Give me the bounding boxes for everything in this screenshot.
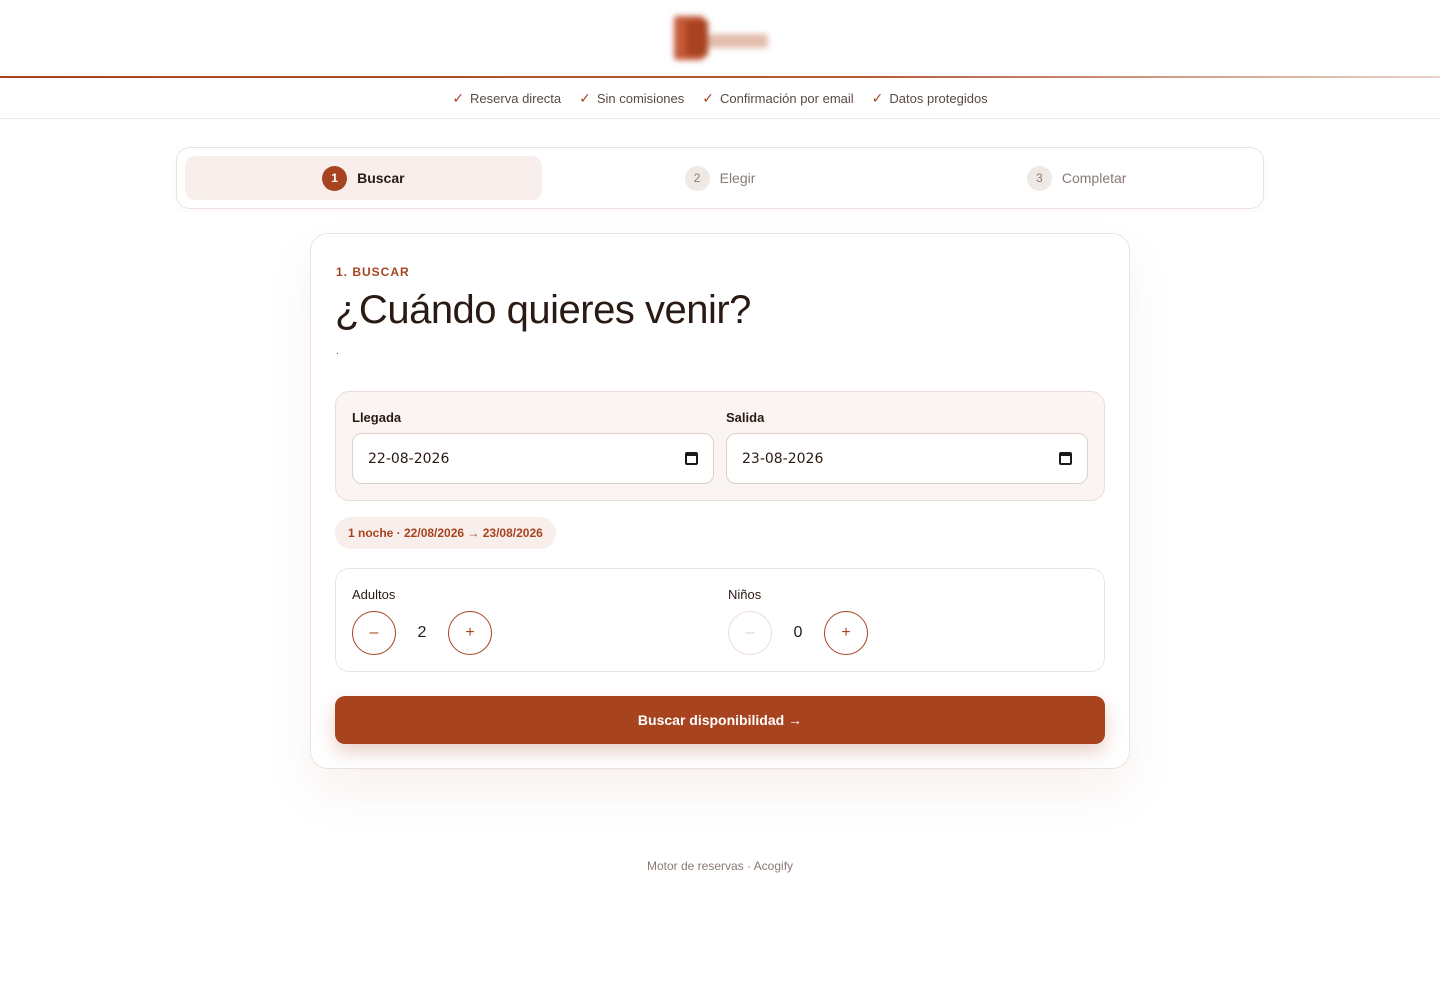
check-icon: ✓ (702, 89, 714, 106)
trust-item: ✓ Datos protegidos (872, 90, 988, 107)
trust-item: ✓ Reserva directa (452, 90, 561, 107)
trust-item: ✓ Sin comisiones (579, 90, 684, 107)
page-subtitle: . (336, 346, 339, 357)
adults-count: 2 (417, 624, 427, 641)
dates-panel: Llegada 22-08-2026 Salida 23-08-2026 (335, 391, 1105, 501)
calendar-icon[interactable] (685, 452, 698, 465)
booking-stepper: 1 Buscar 2 Elegir 3 Completar (176, 147, 1264, 209)
step-number: 1 (322, 165, 348, 191)
step-label: Completar (1061, 170, 1127, 186)
step-number: 3 (1026, 165, 1052, 191)
trust-item-label: Confirmación por email (720, 90, 854, 106)
check-icon: ✓ (871, 89, 884, 106)
footer-text: Motor de reservas · Acogify (646, 859, 794, 873)
adults-increment-button[interactable]: + (448, 611, 492, 655)
step-buscar[interactable]: 1 Buscar (185, 156, 542, 200)
arrival-label: Llegada (352, 410, 402, 425)
site-header (0, 0, 1440, 78)
step-label: Elegir (719, 170, 756, 186)
children-decrement-button[interactable]: – (728, 611, 772, 655)
page-title: ¿Cuándo quieres venir? (335, 288, 751, 332)
section-eyebrow: 1. BUSCAR (336, 265, 410, 279)
check-icon: ✓ (579, 89, 591, 106)
search-card: 1. BUSCAR ¿Cuándo quieres venir? . Llega… (310, 233, 1130, 769)
trust-item: ✓ Confirmación por email (702, 90, 853, 107)
step-label: Buscar (357, 170, 405, 186)
check-icon: ✓ (452, 89, 465, 106)
guests-panel: Adultos – 2 + Niños – 0 + (335, 568, 1105, 672)
trust-item-label: Datos protegidos (889, 90, 988, 106)
header-divider (0, 76, 1440, 78)
calendar-icon[interactable] (1059, 452, 1072, 465)
departure-date-input[interactable]: 23-08-2026 (726, 433, 1088, 484)
nights-summary-badge: 1 noche · 22/08/2026 → 23/08/2026 (335, 517, 556, 549)
adults-label: Adultos (352, 587, 396, 602)
departure-label: Salida (726, 410, 765, 425)
step-elegir[interactable]: 2 Elegir (542, 156, 899, 200)
adults-decrement-button[interactable]: – (352, 611, 396, 655)
departure-date-value: 23-08-2026 (742, 450, 824, 467)
logo-wordmark (708, 34, 768, 48)
arrival-date-value: 22-08-2026 (368, 450, 450, 467)
search-availability-button[interactable]: Buscar disponibilidad → (335, 696, 1105, 744)
arrival-date-input[interactable]: 22-08-2026 (352, 433, 714, 484)
trust-item-label: Sin comisiones (596, 90, 685, 106)
brand-logo[interactable] (668, 12, 772, 64)
step-completar[interactable]: 3 Completar (898, 156, 1255, 200)
children-increment-button[interactable]: + (824, 611, 868, 655)
children-count: 0 (793, 624, 803, 641)
logo-mark-inner-icon (686, 20, 708, 56)
children-label: Niños (728, 587, 762, 602)
step-number: 2 (684, 165, 710, 191)
trust-item-label: Reserva directa (470, 90, 562, 106)
trust-bar: ✓ Reserva directa ✓ Sin comisiones ✓ Con… (0, 78, 1440, 119)
